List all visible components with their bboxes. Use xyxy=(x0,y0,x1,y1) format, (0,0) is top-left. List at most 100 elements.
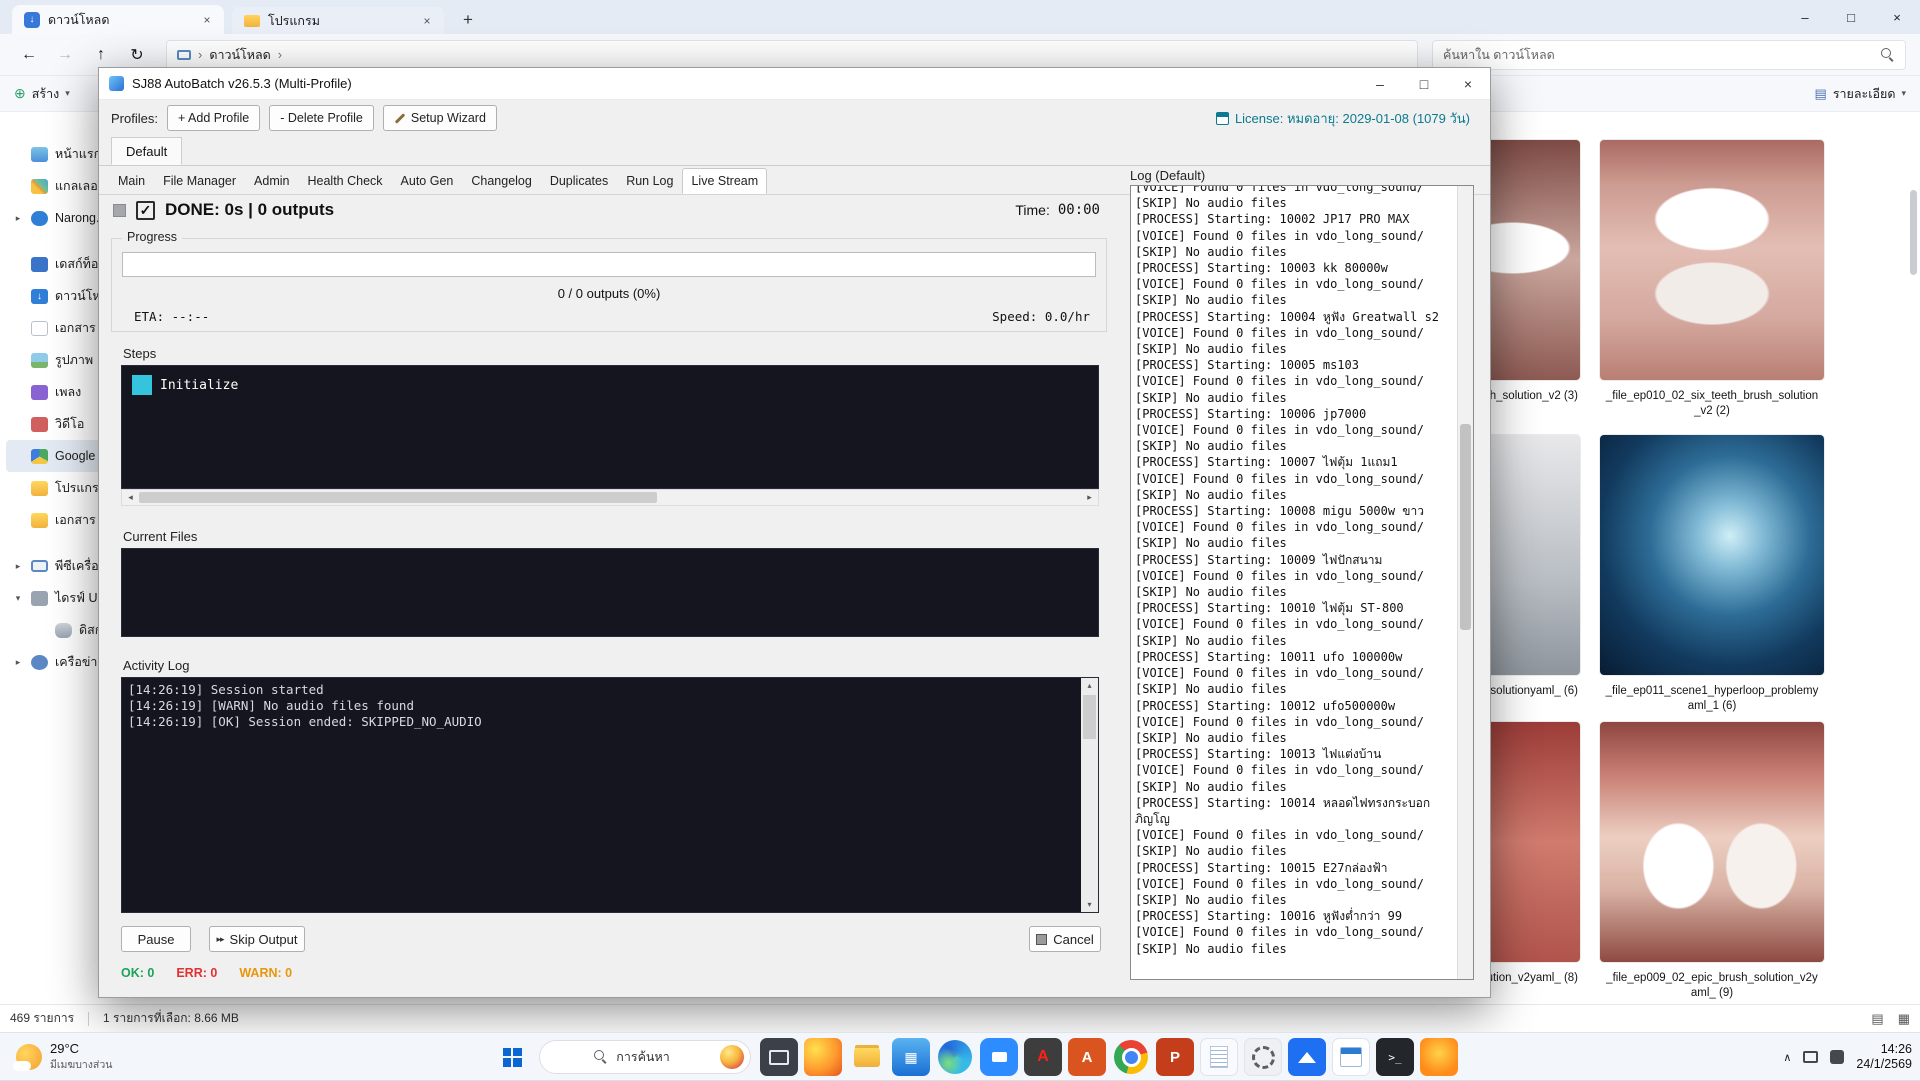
firefox-app[interactable] xyxy=(804,1038,842,1076)
file-item[interactable]: _file_ep009_02_epic_brush_solution_v2yam… xyxy=(1600,722,1824,1001)
sidebar-item-icon xyxy=(31,211,48,226)
elapsed-time: 00:00 xyxy=(1058,202,1100,218)
file-explorer-app[interactable] xyxy=(848,1038,886,1076)
window-close-button[interactable]: × xyxy=(1874,0,1920,34)
up-button[interactable]: ↑ xyxy=(86,40,116,70)
expand-chevron-icon[interactable]: ▸ xyxy=(12,657,24,668)
status-divider xyxy=(88,1012,89,1026)
file-item[interactable]: _file_ep011_scene1_hyperloop_problemyaml… xyxy=(1600,435,1824,714)
task-view-app[interactable] xyxy=(760,1038,798,1076)
tray-chevron-icon[interactable]: ∧ xyxy=(1783,1051,1791,1064)
address-bar[interactable]: › ดาวน์โหลด › xyxy=(166,40,1418,70)
tab-close-icon[interactable]: × xyxy=(198,11,216,29)
sidebar-item-icon xyxy=(31,179,48,194)
photos-app[interactable] xyxy=(1288,1038,1326,1076)
tab-health-check[interactable]: Health Check xyxy=(298,168,391,194)
taskbar-clock[interactable]: 14:26 24/1/2569 xyxy=(1856,1042,1912,1072)
cancel-button[interactable]: Cancel xyxy=(1029,926,1101,952)
tab-auto-gen[interactable]: Auto Gen xyxy=(392,168,463,194)
steps-horizontal-scrollbar[interactable]: ◂ ▸ xyxy=(121,489,1099,506)
refresh-button[interactable]: ↻ xyxy=(122,40,152,70)
error-count: ERR: 0 xyxy=(176,966,217,980)
edge-app[interactable] xyxy=(938,1040,972,1074)
scroll-up-icon[interactable]: ▴ xyxy=(1081,678,1098,693)
settings-app[interactable] xyxy=(1244,1038,1282,1076)
breadcrumb[interactable]: ดาวน์โหลด xyxy=(209,45,270,65)
calendar-app[interactable] xyxy=(1332,1038,1370,1076)
light-tool-app[interactable] xyxy=(1420,1038,1458,1076)
chrome-app[interactable] xyxy=(1114,1040,1148,1074)
log-line: [VOICE] Found 0 files in vdo_long_sound/ xyxy=(1135,616,1455,632)
explorer-scrollbar[interactable] xyxy=(1910,190,1917,275)
tab-close-icon[interactable]: × xyxy=(418,12,436,30)
scrollbar-thumb[interactable] xyxy=(1083,695,1096,739)
scroll-down-icon[interactable]: ▾ xyxy=(1081,897,1098,912)
view-details-icon[interactable]: ▤ xyxy=(1871,1011,1883,1027)
back-button[interactable]: ← xyxy=(14,40,44,70)
scroll-left-icon[interactable]: ◂ xyxy=(122,492,139,503)
cancel-icon xyxy=(1036,934,1047,945)
explorer-search-input[interactable]: ค้นหาใน ดาวน์โหลด xyxy=(1432,40,1906,70)
details-view-button[interactable]: ▤ รายละเอียด ▾ xyxy=(1815,84,1906,104)
tab-live-stream[interactable]: Live Stream xyxy=(682,168,767,194)
log-line: [VOICE] Found 0 files in vdo_long_sound/ xyxy=(1135,422,1455,438)
tab-changelog[interactable]: Changelog xyxy=(462,168,540,194)
pause-button[interactable]: Pause xyxy=(121,926,191,952)
search-highlight-icon xyxy=(720,1045,744,1069)
log-line: [VOICE] Found 0 files in vdo_long_sound/ xyxy=(1135,325,1455,341)
skip-output-button[interactable]: ▸▸ Skip Output xyxy=(209,926,305,952)
dialog-maximize-button[interactable]: □ xyxy=(1402,68,1446,100)
location-icon xyxy=(177,50,191,60)
tray-network-volume-icon[interactable] xyxy=(1830,1050,1844,1064)
tab-main[interactable]: Main xyxy=(109,168,154,194)
log-scrollbar[interactable] xyxy=(1457,186,1473,979)
weather-widget[interactable]: 29°C มีเมฆบางส่วน xyxy=(8,1037,120,1077)
tab-admin[interactable]: Admin xyxy=(245,168,298,194)
powerpoint-app[interactable] xyxy=(1156,1038,1194,1076)
log-line: [VOICE] Found 0 files in vdo_long_sound/ xyxy=(1135,876,1455,892)
autodesk-app[interactable] xyxy=(1068,1038,1106,1076)
taskbar-search[interactable]: การค้นหา xyxy=(539,1040,751,1074)
explorer-tab-downloads[interactable]: ↓ ดาวน์โหลด × xyxy=(12,5,224,34)
file-thumbnail[interactable] xyxy=(1600,722,1824,962)
scrollbar-thumb[interactable] xyxy=(139,492,657,503)
profile-tab-default[interactable]: Default xyxy=(111,137,182,165)
activity-log-panel: [14:26:19] Session started[14:26:19] [WA… xyxy=(121,677,1099,913)
tab-file-manager[interactable]: File Manager xyxy=(154,168,245,194)
file-thumbnail[interactable] xyxy=(1600,140,1824,380)
window-maximize-button[interactable]: □ xyxy=(1828,0,1874,34)
tab-run-log[interactable]: Run Log xyxy=(617,168,682,194)
dialog-close-button[interactable]: × xyxy=(1446,68,1490,100)
setup-wizard-button[interactable]: Setup Wizard xyxy=(383,105,497,131)
delete-profile-button[interactable]: - Delete Profile xyxy=(269,105,374,131)
microsoft-store-app[interactable] xyxy=(892,1038,930,1076)
expand-chevron-icon[interactable]: ▸ xyxy=(12,213,24,224)
add-profile-button[interactable]: + Add Profile xyxy=(167,105,260,131)
expand-chevron-icon[interactable]: ▾ xyxy=(12,593,24,604)
notepad-app[interactable] xyxy=(1200,1038,1238,1076)
sidebar-item-icon xyxy=(31,147,48,162)
expand-chevron-icon[interactable]: ▸ xyxy=(12,561,24,572)
window-minimize-button[interactable]: – xyxy=(1782,0,1828,34)
tab-duplicates[interactable]: Duplicates xyxy=(541,168,617,194)
start-button[interactable] xyxy=(492,1037,532,1077)
log-line: [VOICE] Found 0 files in vdo_long_sound/ xyxy=(1135,924,1455,940)
scrollbar-track[interactable] xyxy=(1081,693,1098,897)
activity-log-scrollbar[interactable]: ▴ ▾ xyxy=(1081,678,1098,912)
new-item-button[interactable]: ⊕ สร้าง ▾ xyxy=(14,84,70,104)
new-tab-button[interactable]: + xyxy=(454,6,482,34)
explorer-tab-programs[interactable]: โปรแกรม × xyxy=(232,7,444,34)
dialog-title-bar[interactable]: SJ88 AutoBatch v26.5.3 (Multi-Profile) –… xyxy=(99,68,1490,100)
file-item[interactable]: _file_ep010_02_six_teeth_brush_solution_… xyxy=(1600,140,1824,419)
tray-display-icon[interactable] xyxy=(1803,1051,1818,1063)
scroll-right-icon[interactable]: ▸ xyxy=(1081,492,1098,503)
terminal-app[interactable] xyxy=(1376,1038,1414,1076)
forward-button[interactable]: → xyxy=(50,40,80,70)
file-thumbnail[interactable] xyxy=(1600,435,1824,675)
view-thumbnails-icon[interactable]: ▦ xyxy=(1898,1011,1910,1027)
scrollbar-track[interactable] xyxy=(139,490,1081,505)
dialog-minimize-button[interactable]: – xyxy=(1358,68,1402,100)
scrollbar-thumb[interactable] xyxy=(1460,424,1471,630)
acrobat-app[interactable] xyxy=(1024,1038,1062,1076)
zoom-app[interactable] xyxy=(980,1038,1018,1076)
